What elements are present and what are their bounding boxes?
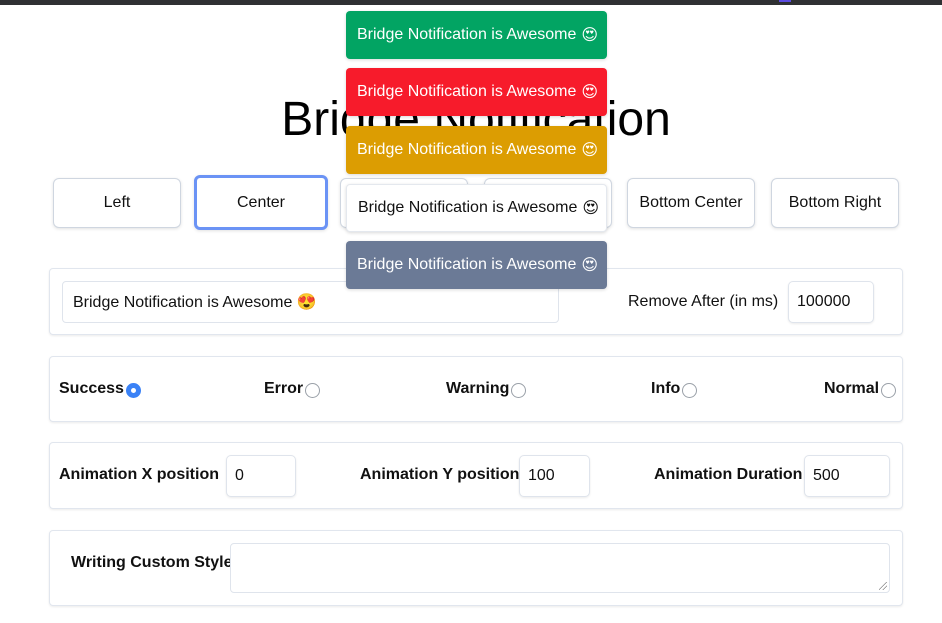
toast-info-text: Bridge Notification is Awesome (357, 256, 577, 273)
custom-style-label: Writing Custom Style (71, 554, 233, 571)
custom-style-textarea[interactable] (230, 543, 890, 593)
radio-error-input[interactable] (305, 382, 321, 398)
toast-error[interactable]: Bridge Notification is Awesome 😍 (346, 68, 607, 116)
radio-normal-label: Normal (824, 380, 880, 397)
radio-success-label: Success (59, 380, 124, 397)
animation-duration-label: Animation Duration (654, 466, 803, 483)
toast-normal[interactable]: Bridge Notification is Awesome 😍 (346, 184, 607, 232)
remove-after-label: Remove After (in ms) (628, 293, 779, 310)
radio-success-input[interactable] (125, 382, 141, 398)
top-bar-accent (779, 0, 791, 2)
heart-eyes-emoji-icon: 😍 (581, 142, 599, 159)
toast-success-text: Bridge Notification is Awesome (357, 26, 577, 43)
toast-info[interactable]: Bridge Notification is Awesome 😍 (346, 241, 607, 289)
radio-error[interactable]: Error (264, 380, 321, 398)
animation-x-input[interactable]: 0 (226, 455, 296, 497)
radio-warning-input[interactable] (511, 382, 527, 398)
toast-success[interactable]: Bridge Notification is Awesome 😍 (346, 11, 607, 59)
browser-top-bar (0, 0, 942, 5)
radio-normal[interactable]: Normal (824, 380, 897, 398)
radio-normal-input[interactable] (881, 382, 897, 398)
position-left-button[interactable]: Left (53, 178, 181, 228)
resize-grip-icon[interactable] (879, 582, 887, 590)
heart-eyes-emoji-icon: 😍 (581, 27, 599, 44)
animation-x-label: Animation X position (59, 466, 219, 483)
radio-info[interactable]: Info (651, 380, 698, 398)
toast-normal-text: Bridge Notification is Awesome (358, 199, 578, 216)
position-bottom-right-button[interactable]: Bottom Right (771, 178, 899, 228)
animation-duration-input[interactable]: 500 (804, 455, 890, 497)
radio-success[interactable]: Success (59, 380, 141, 398)
position-center-button[interactable]: Center (194, 175, 328, 230)
animation-y-label: Animation Y position (360, 466, 520, 483)
radio-warning-label: Warning (446, 380, 510, 397)
remove-after-input[interactable]: 100000 (788, 281, 874, 323)
animation-y-input[interactable]: 100 (519, 455, 590, 497)
heart-eyes-emoji-icon: 😍 (581, 257, 599, 274)
toast-warning[interactable]: Bridge Notification is Awesome 😍 (346, 126, 607, 174)
radio-warning[interactable]: Warning (446, 380, 527, 398)
heart-eyes-emoji-icon: 😍 (582, 200, 600, 217)
toast-error-text: Bridge Notification is Awesome (357, 83, 577, 100)
radio-error-label: Error (264, 380, 304, 397)
toast-warning-text: Bridge Notification is Awesome (357, 141, 577, 158)
radio-info-label: Info (651, 380, 681, 397)
position-bottom-center-button[interactable]: Bottom Center (627, 178, 755, 228)
radio-info-input[interactable] (682, 382, 698, 398)
heart-eyes-emoji-icon: 😍 (581, 84, 599, 101)
